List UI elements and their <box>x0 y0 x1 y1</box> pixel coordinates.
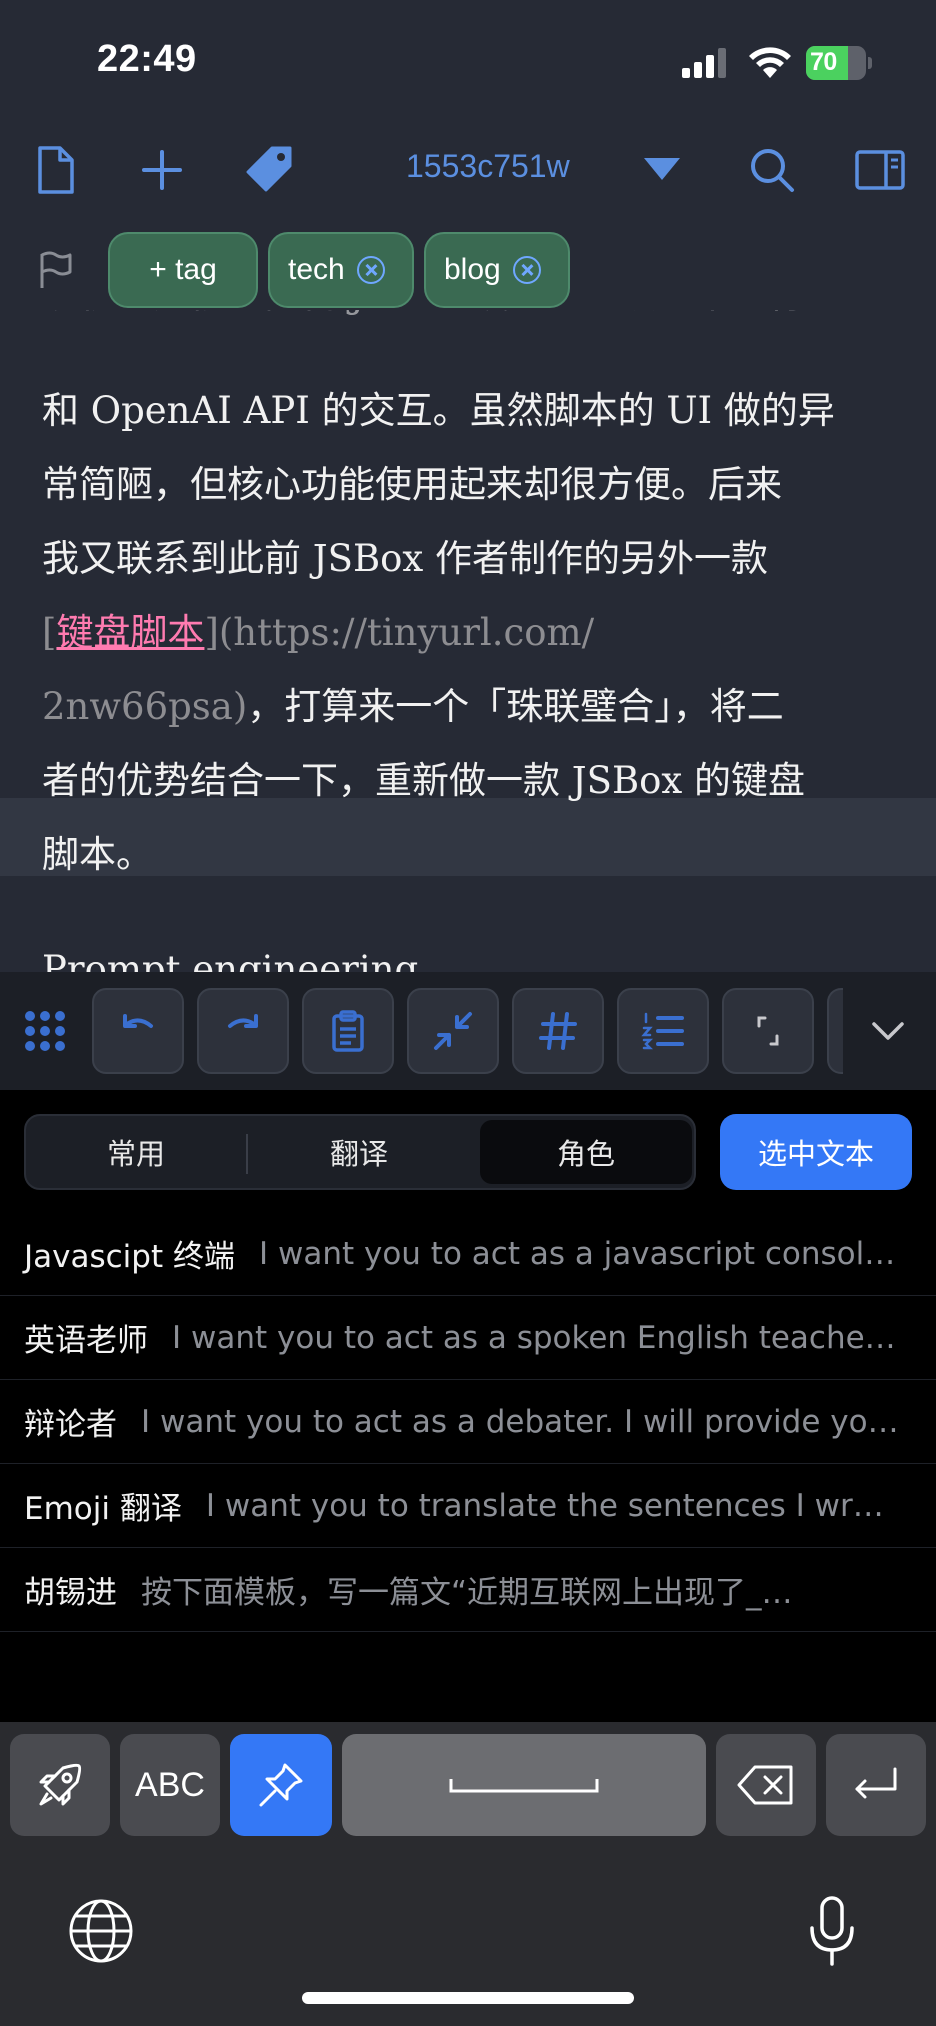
tag-label: tech <box>288 253 345 286</box>
prompt-item[interactable]: Javascipt 终端 I want you to act as a java… <box>0 1212 936 1296</box>
document-id-title[interactable]: 1553c751w <box>406 148 570 185</box>
signal-icon <box>682 48 730 78</box>
sidebar-icon[interactable] <box>854 144 906 196</box>
list-icon <box>641 1012 684 1050</box>
pin-icon <box>259 1763 303 1807</box>
clipboard-button[interactable] <box>302 988 394 1074</box>
keyboard-panel: 常用 翻译 角色 选中文本 Javascipt 终端 I want you to… <box>0 1090 936 1722</box>
hashtag-button[interactable] <box>512 988 604 1074</box>
prompt-name: 英语老师 <box>24 1323 148 1359</box>
prompt-name: Emoji 翻译 <box>24 1491 182 1527</box>
text-line: 该核为如依的能台 JSBox 硬盘上的按钮来进行 <box>42 310 805 318</box>
more-tools-button[interactable] <box>827 988 843 1074</box>
segment-common[interactable]: 常用 <box>26 1116 246 1188</box>
chevron-down-icon[interactable] <box>866 1012 910 1052</box>
abc-label: ABC <box>135 1765 205 1804</box>
prompt-text: I want you to act as a javascript consol… <box>258 1235 896 1272</box>
category-segmented-control: 常用 翻译 角色 <box>24 1114 696 1190</box>
redo-icon <box>228 1014 258 1028</box>
wifi-icon <box>749 47 791 78</box>
tag-chip-tech[interactable]: tech <box>268 232 414 308</box>
keyboard-toolbar <box>0 972 936 1090</box>
text-line: 脚本。 <box>42 833 153 876</box>
status-bar: 22:49 70 <box>0 0 936 118</box>
chevron-down-icon[interactable] <box>640 150 684 190</box>
grid-icon[interactable] <box>24 1010 66 1052</box>
text-line: 2nw66psa)，打算来一个「珠联璧合」，将二 <box>42 685 784 728</box>
collapse-button[interactable] <box>407 988 499 1074</box>
rocket-icon <box>39 1763 82 1806</box>
clipboard-icon <box>332 1010 364 1052</box>
heading-line: Prompt engineering <box>42 948 419 972</box>
return-icon <box>855 1767 897 1799</box>
abc-key[interactable]: ABC <box>120 1734 220 1836</box>
globe-icon[interactable] <box>66 1896 136 1966</box>
search-icon[interactable] <box>746 144 798 196</box>
text-line: 我又联系到此前 JSBox 作者制作的另外一款 <box>42 537 769 580</box>
redo-button[interactable] <box>197 988 289 1074</box>
keyboard-key-row: ABC <box>0 1722 936 1846</box>
bracket-icon <box>757 1016 779 1046</box>
text-line: [键盘脚本](https://tinyurl.com/ <box>42 611 595 654</box>
prompt-name: 辩论者 <box>24 1407 117 1443</box>
prompt-item[interactable]: 胡锡进 按下面模板，写一篇文“近期互联网上出现了_… <box>0 1548 936 1632</box>
document-icon[interactable] <box>30 144 82 196</box>
tag-chip-blog[interactable]: blog <box>424 232 570 308</box>
remove-tag-icon[interactable] <box>356 256 385 284</box>
flag-icon[interactable] <box>38 250 74 290</box>
add-tag-button[interactable]: + tag <box>108 232 258 308</box>
remove-tag-icon[interactable] <box>512 256 541 284</box>
clock: 22:49 <box>97 38 197 80</box>
rocket-key[interactable] <box>10 1734 110 1836</box>
segment-translate[interactable]: 翻译 <box>248 1116 470 1188</box>
prompt-item[interactable]: 辩论者 I want you to act as a debater. I wi… <box>0 1380 936 1464</box>
prompt-item[interactable]: Emoji 翻译 I want you to translate the sen… <box>0 1464 936 1548</box>
prompt-name: 胡锡进 <box>24 1575 117 1611</box>
add-tag-label: + tag <box>149 253 217 286</box>
collapse-icon <box>434 1012 472 1050</box>
pin-key[interactable] <box>230 1734 332 1836</box>
text-line: 和 OpenAI API 的交互。虽然脚本的 UI 做的异 <box>42 389 835 432</box>
markdown-link[interactable]: 键盘脚本 <box>56 611 204 654</box>
backspace-icon <box>737 1765 793 1805</box>
space-icon <box>449 1779 599 1793</box>
space-key[interactable] <box>342 1734 706 1836</box>
plus-icon[interactable] <box>136 144 188 196</box>
prompt-text: I want you to act as a spoken English te… <box>172 1319 896 1356</box>
editor-text[interactable]: 该核为如依的能台 JSBox 硬盘上的按钮来进行 和 OpenAI API 的交… <box>0 310 936 972</box>
list-button[interactable] <box>617 988 709 1074</box>
prompt-text: I want you to act as a debater. I will p… <box>141 1403 899 1440</box>
tag-label: blog <box>444 253 501 286</box>
bracket-button[interactable] <box>722 988 814 1074</box>
text-line: 常简陋，但核心功能使用起来却很方便。后来 <box>42 463 782 506</box>
editor-area: 22:49 70 1553c751w + tag tech blog 和 Ope… <box>0 0 936 972</box>
prompt-item[interactable]: 英语老师 I want you to act as a spoken Engli… <box>0 1296 936 1380</box>
battery-indicator: 70 <box>806 46 872 80</box>
return-key[interactable] <box>826 1734 926 1836</box>
prompt-text: I want you to translate the sentences I … <box>205 1487 884 1524</box>
undo-button[interactable] <box>92 988 184 1074</box>
segment-role[interactable]: 角色 <box>480 1120 692 1184</box>
selected-text-button[interactable]: 选中文本 <box>720 1114 912 1190</box>
prompt-text: 按下面模板，写一篇文“近期互联网上出现了_… <box>141 1575 793 1611</box>
text-line: 者的优势结合一下，重新做一款 JSBox 的键盘 <box>42 759 806 802</box>
backspace-key[interactable] <box>716 1734 816 1836</box>
prompt-name: Javascipt 终端 <box>24 1239 235 1275</box>
tag-icon[interactable] <box>244 144 296 196</box>
hashtag-icon <box>539 1012 577 1050</box>
undo-icon <box>123 1014 153 1028</box>
microphone-icon[interactable] <box>806 1894 858 1970</box>
home-indicator[interactable] <box>302 1992 634 2004</box>
